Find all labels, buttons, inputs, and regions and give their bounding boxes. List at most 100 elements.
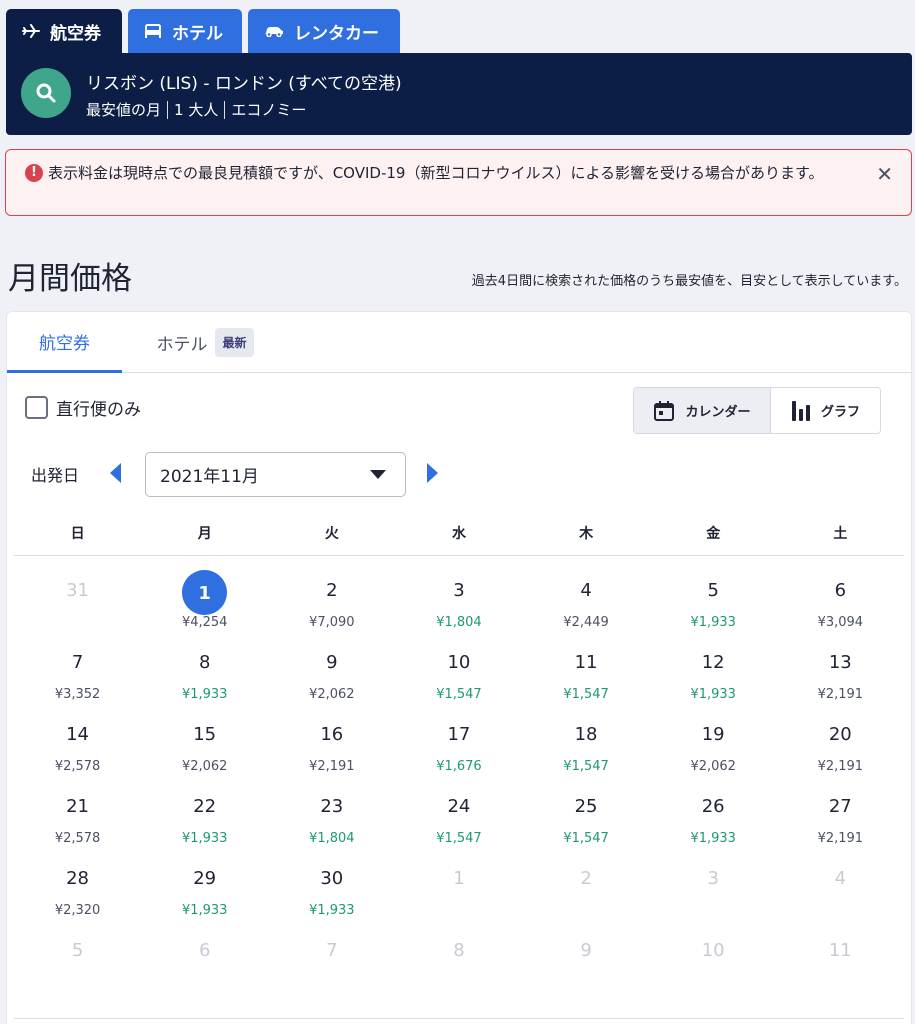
prev-month-arrow-icon[interactable] [109,462,123,484]
direct-only-label: 直行便のみ [56,400,141,420]
calendar-day[interactable]: 23 ¥1,804 [268,780,395,852]
weekday-label: 水 [451,526,466,542]
plane-icon [22,24,40,38]
calendar-day[interactable]: 4 ¥2,449 [523,564,650,636]
calendar-day[interactable]: 11 ¥1,547 [523,636,650,708]
month-select[interactable]: 2021年11月 [145,452,406,497]
calendar-day: 6 [141,924,268,996]
day-number: 11 [574,652,598,673]
calendar-day[interactable]: 3 ¥1,804 [395,564,522,636]
calendar-day[interactable]: 30 ¥1,933 [268,852,395,924]
day-number: 4 [834,868,847,889]
calendar-view-label: カレンダー [685,405,751,420]
tab-flights[interactable]: 航空券 [6,9,122,53]
tab-card-hotels[interactable]: ホテル 最新 [135,312,275,373]
day-number: 28 [66,868,90,889]
calendar-day: 1 [395,852,522,924]
day-price: ¥3,094 [817,615,864,630]
calendar-day[interactable]: 14 ¥2,578 [14,708,141,780]
calendar-day[interactable]: 15 ¥2,062 [141,708,268,780]
day-number: 12 [701,652,725,673]
card-tabs: 航空券 ホテル 最新 [7,312,911,373]
monthly-price-card: 航空券 ホテル 最新 直行便のみ カレンダー グラフ 出発日 2021年11月 … [6,311,912,1024]
weekday-label: 月 [197,526,212,542]
tab-flights-label: 航空券 [50,23,101,44]
calendar-day[interactable]: 27 ¥2,191 [777,780,904,852]
day-number: 16 [320,724,344,745]
calendar-day[interactable]: 5 ¥1,933 [650,564,777,636]
car-icon [265,27,283,37]
day-number: 1 [453,868,465,889]
calendar-day[interactable]: 18 ¥1,547 [523,708,650,780]
day-price: ¥1,933 [690,687,736,702]
calendar-icon [654,400,675,421]
day-number: 6 [198,940,211,961]
calendar-day[interactable]: 9 ¥2,062 [268,636,395,708]
day-price: ¥2,578 [54,759,101,774]
weekday-label: 木 [579,526,594,542]
calendar-day[interactable]: 2 ¥7,090 [268,564,395,636]
calendar-day[interactable]: 22 ¥1,933 [141,780,268,852]
calendar-day[interactable]: 21 ¥2,578 [14,780,141,852]
calendar-week: 14 ¥2,578 15 ¥2,062 16 ¥2,191 17 ¥1,676 18 ¥1,547… [14,708,904,780]
divider [167,100,169,119]
direct-only-toggle[interactable]: 直行便のみ [25,395,141,420]
calendar-day[interactable]: 26 ¥1,933 [650,780,777,852]
calendar-day: 2 [523,852,650,924]
day-number: 7 [326,940,338,961]
calendar-day[interactable]: 10 ¥1,547 [395,636,522,708]
calendar-day[interactable]: 19 ¥2,062 [650,708,777,780]
calendar-day[interactable]: 28 ¥2,320 [14,852,141,924]
divider [14,1018,904,1019]
calendar-day[interactable]: 16 ¥2,191 [268,708,395,780]
calendar-week: 31 1 ¥4,254 2 ¥7,090 3 ¥1,804 4 ¥2,449 5 ¥1,933 6 ¥3… [14,564,904,636]
tab-card-flights[interactable]: 航空券 [7,312,122,373]
search-summary[interactable]: リスボン (LIS) - ロンドン (すべての空港) 最安値の月 1 大人 エコ… [6,53,912,135]
day-number: 24 [447,796,471,817]
alert-text: 表示料金は現時点での最良見積額ですが、COVID-19（新型コロナウイルス）によ… [48,164,824,182]
calendar-day[interactable]: 20 ¥2,191 [777,708,904,780]
day-price: ¥2,578 [54,831,101,846]
direct-only-checkbox[interactable] [25,396,48,419]
search-button[interactable] [21,68,71,118]
search-icon [36,83,56,103]
day-price: ¥1,676 [436,759,482,774]
day-price: ¥1,547 [436,831,482,846]
price-note: 過去4日間に検索された価格のうち最安値を、目安として表示しています。 [471,274,907,289]
calendar-day: 10 [650,924,777,996]
day-number: 3 [707,868,719,889]
calendar-view-button[interactable]: カレンダー [634,388,771,433]
calendar-day[interactable]: 24 ¥1,547 [395,780,522,852]
calendar-day[interactable]: 25 ¥1,547 [523,780,650,852]
calendar-day: 5 [14,924,141,996]
chevron-down-icon [370,470,386,479]
calendar-day[interactable]: 13 ¥2,191 [777,636,904,708]
day-number: 30 [320,868,344,889]
calendar-day-selected[interactable]: 1 ¥4,254 [141,564,268,636]
next-month-arrow-icon[interactable] [425,462,439,484]
tab-hotels[interactable]: ホテル [128,9,242,53]
day-price: ¥1,547 [563,831,609,846]
day-number: 5 [71,940,84,961]
tab-car-rental[interactable]: レンタカー [248,9,400,53]
day-number: 19 [701,724,725,745]
calendar-day[interactable]: 6 ¥3,094 [777,564,904,636]
calendar-day[interactable]: 12 ¥1,933 [650,636,777,708]
calendar-week: 5 6 7 8 9 10 11 [14,924,904,996]
day-number: 9 [580,940,592,961]
day-price: ¥1,804 [436,615,482,630]
day-number: 10 [447,652,471,673]
calendar-day[interactable]: 7 ¥3,352 [14,636,141,708]
graph-view-button[interactable]: グラフ [770,388,880,433]
tab-card-hotels-label: ホテル [156,335,208,355]
day-number: 18 [574,724,598,745]
calendar-day[interactable]: 29 ¥1,933 [141,852,268,924]
day-number: 2 [326,580,338,601]
day-number: 23 [320,796,344,817]
route-text: リスボン (LIS) - ロンドン (すべての空港) [86,74,402,94]
close-icon[interactable]: ✕ [876,162,893,186]
calendar-day[interactable]: 8 ¥1,933 [141,636,268,708]
calendar-day[interactable]: 17 ¥1,676 [395,708,522,780]
day-number: 8 [198,652,211,673]
day-price: ¥2,062 [690,759,736,774]
